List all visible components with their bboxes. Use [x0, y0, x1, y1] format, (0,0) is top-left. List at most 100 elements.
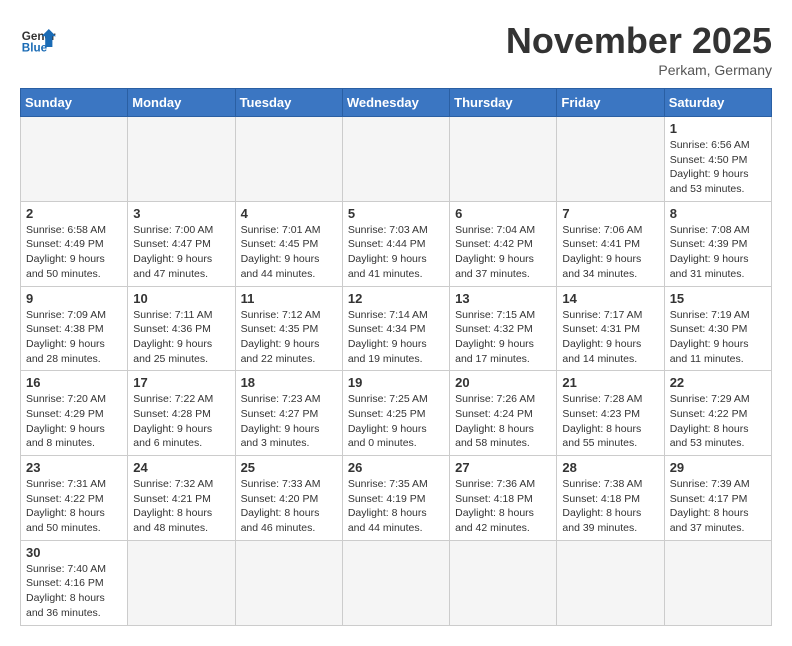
weekday-header-wednesday: Wednesday: [342, 89, 449, 117]
calendar-cell: 7Sunrise: 7:06 AM Sunset: 4:41 PM Daylig…: [557, 201, 664, 286]
calendar-cell: [450, 540, 557, 625]
day-number: 20: [455, 375, 551, 390]
calendar-cell: 27 Sunrise: 7:36 AM Sunset: 4:18 PM Dayli…: [450, 456, 557, 541]
day-number: 29: [670, 460, 766, 475]
day-info: Sunrise: 7:15 AM Sunset: 4:32 PM Dayligh…: [455, 308, 551, 367]
calendar-cell: 6 Sunrise: 7:04 AM Sunset: 4:42 PM Daylig…: [450, 201, 557, 286]
calendar-row-3: 16 Sunrise: 7:20 AM Sunset: 4:29 PM Dayli…: [21, 371, 772, 456]
calendar-cell: 25 Sunrise: 7:33 AM Sunset: 4:20 PM Dayli…: [235, 456, 342, 541]
calendar-cell: [664, 540, 771, 625]
calendar-cell: 2 Sunrise: 6:58 AM Sunset: 4:49 PM Daylig…: [21, 201, 128, 286]
month-title: November 2025: [506, 20, 772, 62]
calendar-cell: 20Sunrise: 7:26 AM Sunset: 4:24 PM Dayli…: [450, 371, 557, 456]
day-info: Sunrise: 7:39 AM Sunset: 4:17 PM Dayligh…: [670, 477, 766, 536]
calendar-cell: 30Sunrise: 7:40 AM Sunset: 4:16 PM Dayli…: [21, 540, 128, 625]
day-info: Sunrise: 7:23 AM Sunset: 4:27 PM Dayligh…: [241, 392, 337, 451]
day-info: Sunrise: 6:56 AM Sunset: 4:50 PM Dayligh…: [670, 138, 766, 197]
calendar-cell: 19 Sunrise: 7:25 AM Sunset: 4:25 PM Dayli…: [342, 371, 449, 456]
calendar-cell: [557, 540, 664, 625]
calendar-cell: 21 Sunrise: 7:28 AM Sunset: 4:23 PM Dayli…: [557, 371, 664, 456]
calendar-cell: 16 Sunrise: 7:20 AM Sunset: 4:29 PM Dayli…: [21, 371, 128, 456]
day-info: Sunrise: 7:25 AM Sunset: 4:25 PM Dayligh…: [348, 392, 444, 451]
day-number: 9: [26, 291, 122, 306]
day-info: Sunrise: 7:20 AM Sunset: 4:29 PM Dayligh…: [26, 392, 122, 451]
svg-text:Blue: Blue: [22, 42, 48, 55]
day-number: 26: [348, 460, 444, 475]
day-number: 2: [26, 206, 122, 221]
calendar-cell: 23 Sunrise: 7:31 AM Sunset: 4:22 PM Dayli…: [21, 456, 128, 541]
day-number: 16: [26, 375, 122, 390]
day-info: Sunrise: 7:00 AM Sunset: 4:47 PM Dayligh…: [133, 223, 229, 282]
calendar-cell: 18 Sunrise: 7:23 AM Sunset: 4:27 PM Dayli…: [235, 371, 342, 456]
day-number: 21: [562, 375, 658, 390]
day-number: 11: [241, 291, 337, 306]
calendar-cell: 17 Sunrise: 7:22 AM Sunset: 4:28 PM Dayli…: [128, 371, 235, 456]
calendar-cell: [21, 117, 128, 202]
day-info: Sunrise: 7:35 AM Sunset: 4:19 PM Dayligh…: [348, 477, 444, 536]
day-number: 19: [348, 375, 444, 390]
calendar-cell: 11Sunrise: 7:12 AM Sunset: 4:35 PM Dayli…: [235, 286, 342, 371]
day-info: Sunrise: 7:08 AM Sunset: 4:39 PM Dayligh…: [670, 223, 766, 282]
day-info: Sunrise: 7:17 AM Sunset: 4:31 PM Dayligh…: [562, 308, 658, 367]
calendar-cell: 3 Sunrise: 7:00 AM Sunset: 4:47 PM Daylig…: [128, 201, 235, 286]
day-info: Sunrise: 7:33 AM Sunset: 4:20 PM Dayligh…: [241, 477, 337, 536]
day-number: 5: [348, 206, 444, 221]
calendar-cell: 14Sunrise: 7:17 AM Sunset: 4:31 PM Dayli…: [557, 286, 664, 371]
day-number: 17: [133, 375, 229, 390]
day-number: 6: [455, 206, 551, 221]
day-number: 3: [133, 206, 229, 221]
day-info: Sunrise: 6:58 AM Sunset: 4:49 PM Dayligh…: [26, 223, 122, 282]
day-info: Sunrise: 7:22 AM Sunset: 4:28 PM Dayligh…: [133, 392, 229, 451]
logo: General Blue: [20, 20, 56, 56]
day-info: Sunrise: 7:04 AM Sunset: 4:42 PM Dayligh…: [455, 223, 551, 282]
calendar-cell: [342, 117, 449, 202]
logo-icon: General Blue: [20, 20, 56, 56]
page-header: General Blue November 2025 Perkam, Germa…: [20, 20, 772, 78]
day-number: 25: [241, 460, 337, 475]
calendar-cell: 15Sunrise: 7:19 AM Sunset: 4:30 PM Dayli…: [664, 286, 771, 371]
calendar-row-2: 9Sunrise: 7:09 AM Sunset: 4:38 PM Daylig…: [21, 286, 772, 371]
day-number: 4: [241, 206, 337, 221]
day-info: Sunrise: 7:29 AM Sunset: 4:22 PM Dayligh…: [670, 392, 766, 451]
calendar-cell: 13 Sunrise: 7:15 AM Sunset: 4:32 PM Dayli…: [450, 286, 557, 371]
calendar-cell: 12Sunrise: 7:14 AM Sunset: 4:34 PM Dayli…: [342, 286, 449, 371]
weekday-header-monday: Monday: [128, 89, 235, 117]
calendar-cell: 5 Sunrise: 7:03 AM Sunset: 4:44 PM Daylig…: [342, 201, 449, 286]
calendar-row-0: 1 Sunrise: 6:56 AM Sunset: 4:50 PM Daylig…: [21, 117, 772, 202]
day-info: Sunrise: 7:03 AM Sunset: 4:44 PM Dayligh…: [348, 223, 444, 282]
calendar-cell: 9Sunrise: 7:09 AM Sunset: 4:38 PM Daylig…: [21, 286, 128, 371]
calendar-cell: [128, 117, 235, 202]
calendar-cell: 4Sunrise: 7:01 AM Sunset: 4:45 PM Daylig…: [235, 201, 342, 286]
calendar-cell: [342, 540, 449, 625]
calendar-cell: 29 Sunrise: 7:39 AM Sunset: 4:17 PM Dayli…: [664, 456, 771, 541]
day-number: 30: [26, 545, 122, 560]
calendar-cell: [557, 117, 664, 202]
calendar-cell: 26 Sunrise: 7:35 AM Sunset: 4:19 PM Dayli…: [342, 456, 449, 541]
calendar-table: SundayMondayTuesdayWednesdayThursdayFrid…: [20, 88, 772, 626]
weekday-header-tuesday: Tuesday: [235, 89, 342, 117]
day-info: Sunrise: 7:11 AM Sunset: 4:36 PM Dayligh…: [133, 308, 229, 367]
day-info: Sunrise: 7:06 AM Sunset: 4:41 PM Dayligh…: [562, 223, 658, 282]
calendar-row-5: 30Sunrise: 7:40 AM Sunset: 4:16 PM Dayli…: [21, 540, 772, 625]
day-number: 22: [670, 375, 766, 390]
calendar-cell: 24 Sunrise: 7:32 AM Sunset: 4:21 PM Dayli…: [128, 456, 235, 541]
day-info: Sunrise: 7:28 AM Sunset: 4:23 PM Dayligh…: [562, 392, 658, 451]
day-info: Sunrise: 7:32 AM Sunset: 4:21 PM Dayligh…: [133, 477, 229, 536]
location-subtitle: Perkam, Germany: [506, 62, 772, 78]
weekday-header-friday: Friday: [557, 89, 664, 117]
day-number: 12: [348, 291, 444, 306]
calendar-cell: 10Sunrise: 7:11 AM Sunset: 4:36 PM Dayli…: [128, 286, 235, 371]
day-number: 1: [670, 121, 766, 136]
day-number: 24: [133, 460, 229, 475]
day-info: Sunrise: 7:36 AM Sunset: 4:18 PM Dayligh…: [455, 477, 551, 536]
day-number: 27: [455, 460, 551, 475]
day-info: Sunrise: 7:31 AM Sunset: 4:22 PM Dayligh…: [26, 477, 122, 536]
day-number: 23: [26, 460, 122, 475]
title-section: November 2025 Perkam, Germany: [506, 20, 772, 78]
day-info: Sunrise: 7:19 AM Sunset: 4:30 PM Dayligh…: [670, 308, 766, 367]
weekday-header-row: SundayMondayTuesdayWednesdayThursdayFrid…: [21, 89, 772, 117]
calendar-cell: 22 Sunrise: 7:29 AM Sunset: 4:22 PM Dayli…: [664, 371, 771, 456]
day-number: 18: [241, 375, 337, 390]
day-number: 13: [455, 291, 551, 306]
day-info: Sunrise: 7:38 AM Sunset: 4:18 PM Dayligh…: [562, 477, 658, 536]
